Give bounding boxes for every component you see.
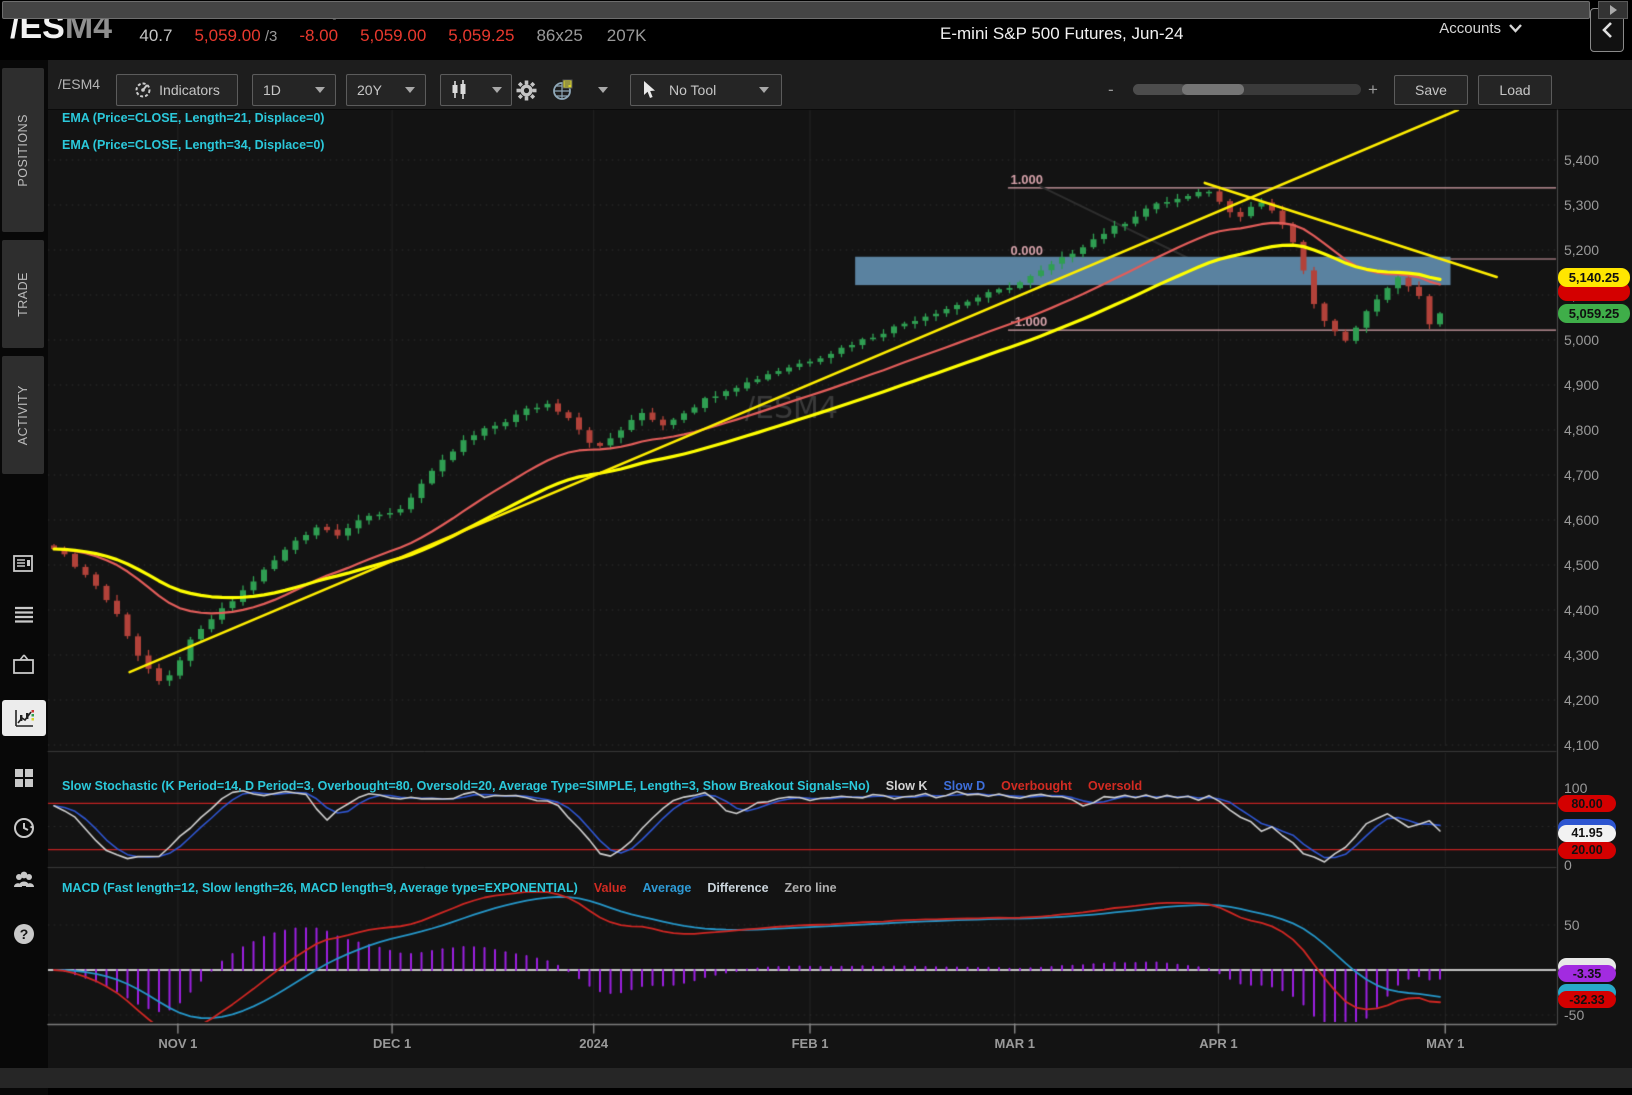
tool-value: No Tool	[669, 82, 717, 98]
chart-layout-dropdown[interactable]	[548, 74, 612, 106]
zoom-slider[interactable]	[1133, 84, 1361, 95]
macd-study-label[interactable]: MACD (Fast length=12, Slow length=26, MA…	[62, 881, 837, 895]
axis-badge: 41.95	[1558, 824, 1616, 842]
indicators-label: Indicators	[159, 82, 220, 98]
axis-badge: 5,059.25	[1558, 304, 1630, 324]
legend-overbought: Overbought	[1001, 779, 1072, 793]
indicators-icon	[135, 82, 151, 98]
horizontal-scrollbar[interactable]	[0, 1068, 1632, 1088]
chevron-down-icon	[405, 87, 415, 93]
chevron-down-icon	[315, 87, 325, 93]
date-label: MAY 1	[1426, 1036, 1465, 1051]
legend-zero-line: Zero line	[784, 881, 837, 895]
timeframe-value: 1D	[263, 82, 281, 98]
legend-slow-d: Slow D	[943, 779, 986, 793]
axis-tick: 4,200	[1564, 692, 1600, 708]
legend-average: Average	[642, 881, 692, 895]
drawing-tool-dropdown[interactable]: No Tool	[630, 74, 782, 106]
zoom-in-button[interactable]: +	[1368, 80, 1378, 100]
date-label: NOV 1	[158, 1036, 198, 1051]
date-label: APR 1	[1199, 1036, 1238, 1051]
date-label: DEC 1	[372, 1036, 412, 1051]
chevron-down-icon	[492, 87, 502, 93]
date-label: MAR 1	[994, 1036, 1035, 1051]
axis-tick: 0	[1564, 857, 1572, 873]
axis-tick: 5,400	[1564, 152, 1600, 168]
axis-tick: 5,200	[1564, 242, 1600, 258]
timeframe-dropdown[interactable]: 1D	[252, 74, 336, 106]
thinkorswim-window: /ESM4 IV Rank40.7Last / Size5,059.00 /3C…	[0, 0, 1632, 1095]
date-label: FEB 1	[791, 1036, 829, 1051]
axis-badge: -3.35	[1558, 965, 1616, 982]
axis-tick: 4,800	[1564, 422, 1600, 438]
save-button[interactable]: Save	[1394, 75, 1468, 105]
axis-tick: 5,000	[1564, 332, 1600, 348]
axis-badge: 80.00	[1558, 795, 1616, 813]
axis-tick: 4,900	[1564, 377, 1600, 393]
candlestick-chart-icon	[452, 80, 466, 99]
range-dropdown[interactable]: 20Y	[346, 74, 426, 106]
load-label: Load	[1499, 82, 1531, 98]
axis-tick: 100	[1564, 780, 1588, 796]
range-value: 20Y	[357, 82, 382, 98]
axis-tick: 4,300	[1564, 647, 1600, 663]
load-button[interactable]: Load	[1478, 75, 1552, 105]
axis-tick: -50	[1564, 1007, 1585, 1023]
ema21-study-label[interactable]: EMA (Price=CLOSE, Length=21, Displace=0)	[62, 111, 324, 125]
gear-icon	[516, 80, 537, 101]
zoom-slider-thumb[interactable]	[1182, 84, 1244, 95]
stochastic-study-label[interactable]: Slow Stochastic (K Period=14, D Period=3…	[62, 779, 1142, 793]
legend-value: Value	[593, 881, 627, 895]
chart-symbol-label: /ESM4	[58, 76, 101, 92]
axis-badge: -32.33	[1558, 991, 1616, 1009]
axis-tick: 4,100	[1564, 737, 1600, 753]
zoom-slider-fill	[1133, 84, 1185, 95]
axis-tick: 50	[1564, 917, 1580, 933]
chart-canvas[interactable]	[0, 0, 1632, 1095]
axis-tick: 4,500	[1564, 557, 1600, 573]
axis-tick: 4,400	[1564, 602, 1600, 618]
axis-tick: 4,700	[1564, 467, 1600, 483]
chart-settings-button[interactable]	[516, 80, 537, 106]
indicators-button[interactable]: Indicators	[116, 74, 238, 106]
legend-difference: Difference	[707, 881, 769, 895]
legend-oversold: Oversold	[1087, 779, 1143, 793]
save-label: Save	[1415, 82, 1447, 98]
axis-badge: 5,140.25	[1558, 267, 1630, 287]
chevron-down-icon	[759, 87, 769, 93]
axis-tick: 4,600	[1564, 512, 1600, 528]
axis-tick: 5,300	[1564, 197, 1600, 213]
chart-type-dropdown[interactable]	[440, 74, 512, 106]
cursor-icon	[644, 81, 655, 98]
legend-slow-k: Slow K	[885, 779, 928, 793]
chart-grid-icon	[553, 79, 573, 100]
axis-badge: 20.00	[1558, 841, 1616, 859]
chevron-down-icon	[598, 87, 608, 93]
date-label: 2024	[579, 1036, 609, 1051]
ema34-study-label[interactable]: EMA (Price=CLOSE, Length=34, Displace=0)	[62, 138, 324, 152]
zoom-out-button[interactable]: -	[1108, 80, 1114, 100]
